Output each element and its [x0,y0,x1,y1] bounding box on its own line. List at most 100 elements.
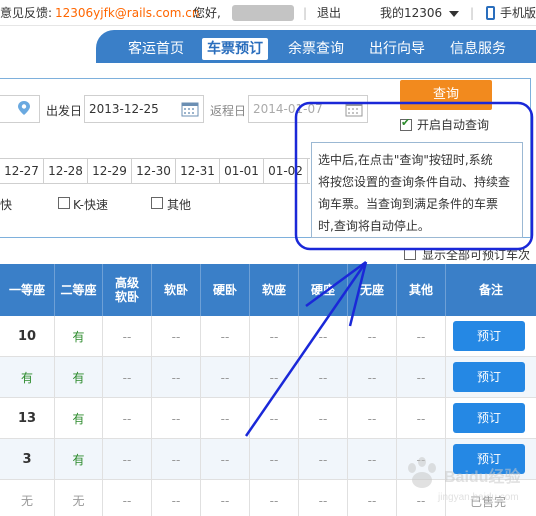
table-cell: 无 [0,480,55,516]
nav-item-info-service[interactable]: 信息服务 [446,38,510,60]
column-header: 硬座 [299,264,348,316]
return-date-label: 返程日 [210,104,247,118]
column-header: 软卧 [152,264,201,316]
table-cell: -- [250,398,299,439]
show-all-checkbox[interactable] [404,248,416,260]
my12306-menu[interactable]: 我的12306 [380,0,442,26]
table-cell: -- [397,357,446,398]
table-cell: -- [201,316,250,357]
column-header: 软座 [250,264,299,316]
train-type-checkbox-k[interactable] [58,197,70,209]
book-button[interactable]: 预订 [453,321,525,351]
auto-query-label: 开启自动查询 [417,118,490,132]
table-cell: -- [152,316,201,357]
main-nav: 客运首页 车票预订 余票查询 出行向导 信息服务 [0,26,536,63]
table-cell: 有 [55,316,103,357]
tooltip-line: 将按您设置的查询条件自动、持续查 [318,175,511,189]
date-tab[interactable]: 12-28 [44,159,88,183]
table-cell: -- [348,316,397,357]
auto-query-checkbox[interactable] [400,116,412,131]
table-cell: -- [103,439,152,480]
baidu-watermark-logo: Baidu经验 jingyan.baidu.com [408,457,521,503]
train-type-label: 快 [0,198,13,212]
table-cell: -- [299,439,348,480]
table-cell: -- [152,398,201,439]
logout-link[interactable]: 退出 [317,0,341,26]
table-cell: -- [250,357,299,398]
table-cell: -- [201,398,250,439]
search-button[interactable]: 查询 [400,80,492,110]
table-cell: -- [348,398,397,439]
tooltip-line: 选中后,在点击"查询"按钮时,系统 [318,153,493,167]
table-cell: 有 [55,439,103,480]
table-cell: -- [103,357,152,398]
date-tab[interactable]: 12-29 [88,159,132,183]
mobile-version-link[interactable]: 手机版 [500,0,536,26]
table-cell: -- [397,398,446,439]
masked-username [232,5,294,21]
watermark-text: Baidu经验 [444,467,521,486]
table-cell: -- [348,357,397,398]
table-cell: -- [201,439,250,480]
depart-date-value: 2013-12-25 [89,102,159,116]
table-cell: -- [103,398,152,439]
table-cell: -- [348,480,397,516]
table-cell: -- [299,357,348,398]
date-tab[interactable]: 12-27 [0,159,44,183]
tooltip-line: 时,查询将自动停止。 [318,219,430,233]
auto-query-tooltip: 选中后,在点击"查询"按钮时,系统 将按您设置的查询条件自动、持续查 询车票。当… [311,142,523,238]
table-cell: 有 [0,357,55,398]
ticket-booking-page: 意见反馈: 12306yjfk@rails.com.cn 您好, | 退出 我的… [0,0,536,516]
separator: | [303,6,308,20]
table-cell: -- [250,439,299,480]
table-row: 有有 -- -- -- -- -- -- -- 预订 [0,357,536,398]
column-header: 二等座 [55,264,103,316]
table-cell: 13 [0,398,55,439]
phone-icon [486,6,495,20]
date-strip: 12-27 12-28 12-29 12-30 12-31 01-01 01-0… [0,158,310,184]
column-header: 一等座 [0,264,55,316]
nav-item-travel-guide[interactable]: 出行向导 [365,38,429,60]
table-cell: -- [397,316,446,357]
train-type-label: 其他 [167,198,192,212]
return-date-value: 2014-01-07 [253,102,323,116]
table-cell: -- [299,398,348,439]
table-cell: -- [299,316,348,357]
column-header: 其他 [397,264,446,316]
book-button[interactable]: 预订 [453,362,525,392]
date-tab[interactable]: 01-01 [220,159,264,183]
table-cell: -- [299,480,348,516]
chevron-down-icon[interactable] [449,11,459,17]
date-tab[interactable]: 01-02 [264,159,308,183]
depart-date-label: 出发日 [46,104,83,118]
calendar-icon[interactable] [345,101,363,117]
table-cell: -- [201,357,250,398]
train-type-label: K-快速 [73,198,108,212]
column-header: 备注 [478,283,503,297]
book-button[interactable]: 预订 [453,403,525,433]
column-header: 高级 软卧 [103,264,152,316]
table-cell: -- [103,316,152,357]
table-cell: 10 [0,316,55,357]
greeting-text: 您好, [193,6,221,20]
table-cell: -- [201,480,250,516]
train-type-checkbox-other[interactable] [151,197,163,209]
nav-item-home[interactable]: 客运首页 [124,38,188,60]
date-tab[interactable]: 12-30 [132,159,176,183]
table-cell: -- [152,439,201,480]
table-cell: 无 [55,480,103,516]
separator: | [470,6,475,20]
table-cell: 3 [0,439,55,480]
table-row: 13 有 -- -- -- -- -- -- -- 预订 [0,398,536,439]
nav-item-remaining-tickets[interactable]: 余票查询 [284,38,348,60]
date-tab[interactable]: 12-31 [176,159,220,183]
column-header: 硬卧 [201,264,250,316]
location-pin-icon[interactable] [17,101,31,115]
top-bar: 意见反馈: 12306yjfk@rails.com.cn 您好, | 退出 我的… [0,0,536,26]
table-cell: -- [348,439,397,480]
nav-item-booking[interactable]: 车票预订 [202,38,268,60]
table-cell: -- [250,480,299,516]
feedback-email-link[interactable]: 12306yjfk@rails.com.cn [55,0,199,26]
table-cell: -- [152,480,201,516]
calendar-icon[interactable] [181,101,199,117]
